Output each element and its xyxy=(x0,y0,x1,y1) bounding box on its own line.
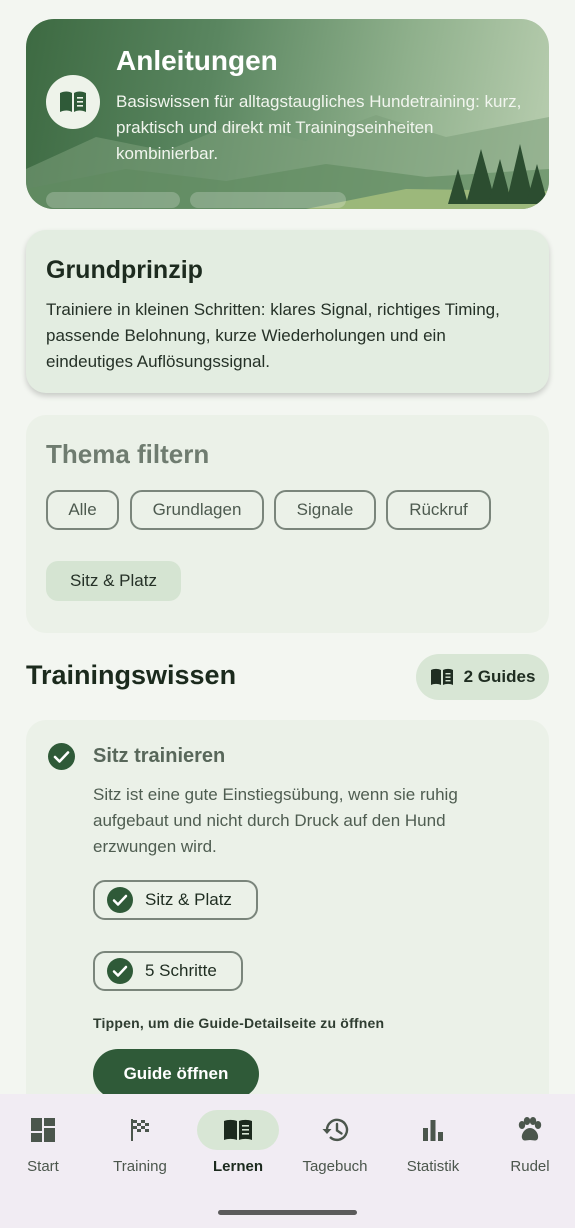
filter-chip-alle[interactable]: Alle xyxy=(46,490,119,530)
bar-chart-icon xyxy=(423,1120,443,1141)
filter-chip-sitz-platz[interactable]: Sitz & Platz xyxy=(46,561,181,601)
guide-description: Sitz ist eine gute Einstiegsübung, wenn … xyxy=(93,785,458,856)
nav-item-rudel[interactable]: Rudel xyxy=(482,1094,575,1194)
section-title: Trainingswissen xyxy=(26,660,237,690)
guide-tag-category-label: Sitz & Platz xyxy=(145,890,232,909)
nav-label-statistik: Statistik xyxy=(406,1158,460,1175)
home-indicator[interactable] xyxy=(218,1210,357,1215)
check-circle-icon xyxy=(107,958,133,984)
nav-label-lernen: Lernen xyxy=(212,1158,263,1175)
hero-book-icon xyxy=(46,75,100,129)
nav-item-statistik[interactable]: Statistik xyxy=(385,1094,481,1194)
open-guide-button[interactable]: Guide öffnen xyxy=(93,1049,259,1099)
hero-banner: Anleitungen Basiswissen für alltagstaugl… xyxy=(26,19,549,209)
hero-description: Basiswissen für alltagstaugliches Hundet… xyxy=(116,92,522,163)
hero-progress-pill xyxy=(46,192,180,208)
topic-filter-card: Thema filtern Alle Grundlagen Signale Rü… xyxy=(26,415,549,633)
app-screen: Anleitungen Basiswissen für alltagstaugl… xyxy=(0,0,575,1228)
hero-title: Anleitungen xyxy=(116,45,278,76)
principle-title: Grundprinzip xyxy=(46,256,203,284)
guides-count-label: 2 Guides xyxy=(463,667,536,686)
nav-item-start[interactable]: Start xyxy=(0,1094,91,1194)
nav-item-training[interactable]: Training xyxy=(92,1094,188,1194)
nav-label-rudel: Rudel xyxy=(510,1158,550,1175)
check-circle-icon xyxy=(48,743,75,770)
hero-progress-pill xyxy=(190,192,346,208)
principle-text: Trainiere in kleinen Schritten: klares S… xyxy=(46,300,500,371)
guide-hint: Tippen, um die Guide-Detailseite zu öffn… xyxy=(93,1015,385,1031)
filter-chip-rueckruf[interactable]: Rückruf xyxy=(386,490,491,530)
guides-count-badge: 2 Guides xyxy=(416,654,549,700)
checkered-flag-icon xyxy=(131,1119,149,1141)
bottom-navigation: Start Training Lernen Tagebuch Statistik… xyxy=(0,1094,575,1228)
filter-title: Thema filtern xyxy=(46,439,210,469)
book-open-icon xyxy=(224,1119,252,1140)
guide-card[interactable]: Sitz trainieren Sitz ist eine gute Einst… xyxy=(26,720,549,1120)
nav-item-tagebuch[interactable]: Tagebuch xyxy=(287,1094,383,1194)
book-icon xyxy=(430,668,453,685)
filter-chip-signale[interactable]: Signale xyxy=(274,490,376,530)
guide-tag-steps-label: 5 Schritte xyxy=(145,961,217,980)
nav-label-tagebuch: Tagebuch xyxy=(302,1158,368,1175)
paw-icon xyxy=(518,1117,542,1141)
nav-label-training: Training xyxy=(113,1158,167,1175)
guide-tag-category: Sitz & Platz xyxy=(93,880,258,920)
nav-label-start: Start xyxy=(27,1158,59,1175)
guide-title: Sitz trainieren xyxy=(93,745,226,767)
principle-card: Grundprinzip Trainiere in kleinen Schrit… xyxy=(26,230,549,393)
history-icon xyxy=(322,1118,349,1142)
filter-chip-grundlagen[interactable]: Grundlagen xyxy=(130,490,264,530)
dashboard-icon xyxy=(31,1118,55,1142)
nav-item-lernen[interactable]: Lernen xyxy=(190,1094,286,1194)
check-circle-icon xyxy=(107,887,133,913)
guide-tag-steps: 5 Schritte xyxy=(93,951,243,991)
